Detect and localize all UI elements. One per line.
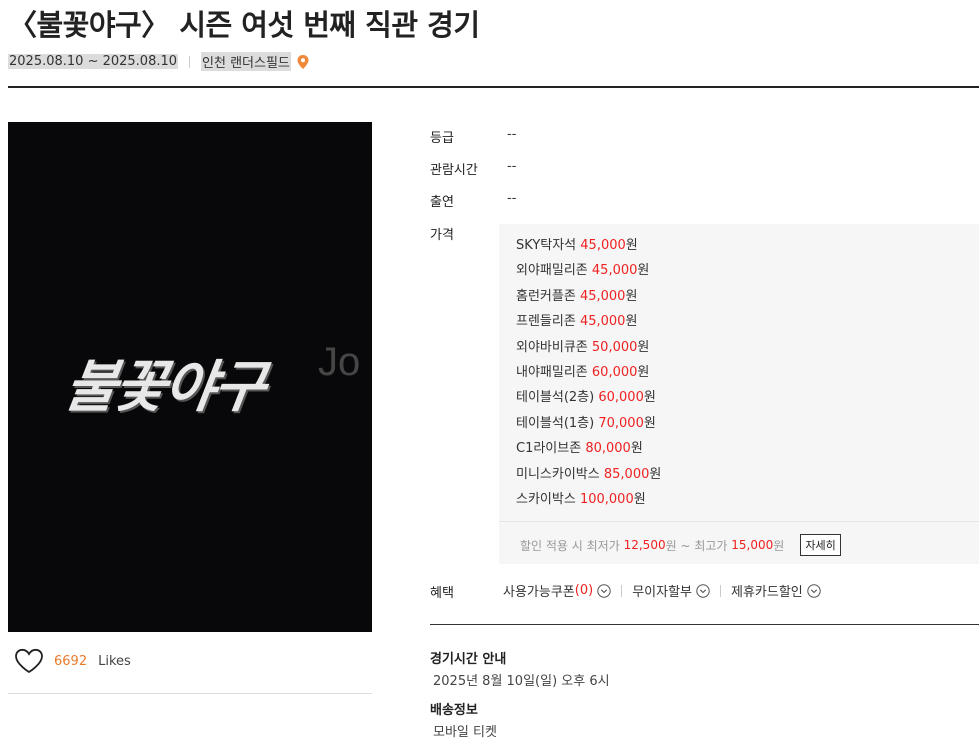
event-date-range: 2025.08.10 ~ 2025.08.10	[8, 54, 179, 69]
installment-dropdown[interactable]: 무이자할부	[632, 581, 710, 600]
price-item: C1라이브존 80,000원	[516, 441, 643, 457]
card-discount-dropdown[interactable]: 제휴카드할인	[731, 581, 821, 600]
benefit-label: 혜택	[430, 586, 454, 601]
chevron-down-icon	[807, 583, 821, 598]
chevron-down-icon	[597, 583, 611, 598]
chevron-down-icon	[696, 583, 710, 598]
price-box: SKY탁자석 45,000원 외야패밀리존 45,000원 홈런커플존 45,0…	[499, 224, 979, 564]
price-item: 테이블석(2층) 60,000원	[516, 390, 656, 406]
grade-label: 등급	[430, 131, 454, 146]
header-divider	[8, 86, 979, 88]
event-meta: 2025.08.10 ~ 2025.08.10 인천 랜더스필드	[8, 52, 309, 71]
schedule-title: 경기시간 안내	[430, 652, 507, 667]
section-divider	[430, 624, 979, 625]
price-item: SKY탁자석 45,000원	[516, 238, 638, 253]
benefits-row: 사용가능쿠폰 (0) 무이자할부 제휴카드할인	[503, 581, 821, 600]
event-venue[interactable]: 인천 랜더스필드	[201, 52, 291, 71]
poster-logo: 불꽃야구	[60, 355, 268, 420]
delivery-text: 모바일 티켓	[433, 725, 497, 740]
delivery-title: 배송정보	[430, 703, 478, 718]
price-item: 테이블석(1층) 70,000원	[516, 415, 656, 431]
page-title: 〈불꽃야구〉 시즌 여섯 번째 직관 경기	[8, 8, 480, 42]
price-item: 홈런커플존 45,000원	[516, 288, 638, 304]
runtime-label: 관람시간	[430, 163, 478, 178]
location-pin-icon[interactable]	[297, 54, 309, 69]
grade-value: --	[507, 127, 517, 142]
price-item: 외야패밀리존 45,000원	[516, 263, 650, 279]
benefit-divider	[720, 584, 721, 597]
price-item: 프렌들리존 45,000원	[516, 314, 638, 330]
likes-label: Likes	[98, 653, 131, 669]
likes-row: 6692 Likes	[14, 648, 131, 674]
meta-divider	[189, 55, 191, 68]
watermark: Jo	[318, 340, 361, 384]
price-list: SKY탁자석 45,000원 외야패밀리존 45,000원 홈런커플존 45,0…	[516, 233, 661, 512]
runtime-value: --	[507, 159, 517, 174]
coupon-dropdown[interactable]: 사용가능쿠폰 (0)	[503, 581, 611, 600]
heart-icon[interactable]	[14, 648, 44, 674]
price-label: 가격	[430, 228, 454, 243]
price-divider	[499, 521, 979, 522]
price-item: 외야바비큐존 50,000원	[516, 339, 650, 355]
discount-detail-button[interactable]: 자세히	[800, 534, 841, 556]
likes-count: 6692	[54, 653, 88, 669]
cast-label: 출연	[430, 195, 454, 210]
benefit-divider	[621, 584, 623, 597]
schedule-text: 2025년 8월 10일(일) 오후 6시	[433, 674, 610, 689]
likes-divider	[8, 693, 372, 694]
cast-value: --	[507, 191, 517, 206]
price-item: 미니스카이박스 85,000원	[516, 466, 662, 482]
price-item: 내야패밀리존 60,000원	[516, 364, 650, 380]
discount-info: 할인 적용 시 최저가 12,500 원 ~ 최고가 15,000 원 자세히	[520, 534, 841, 556]
price-item: 스카이박스 100,000원	[516, 491, 646, 507]
